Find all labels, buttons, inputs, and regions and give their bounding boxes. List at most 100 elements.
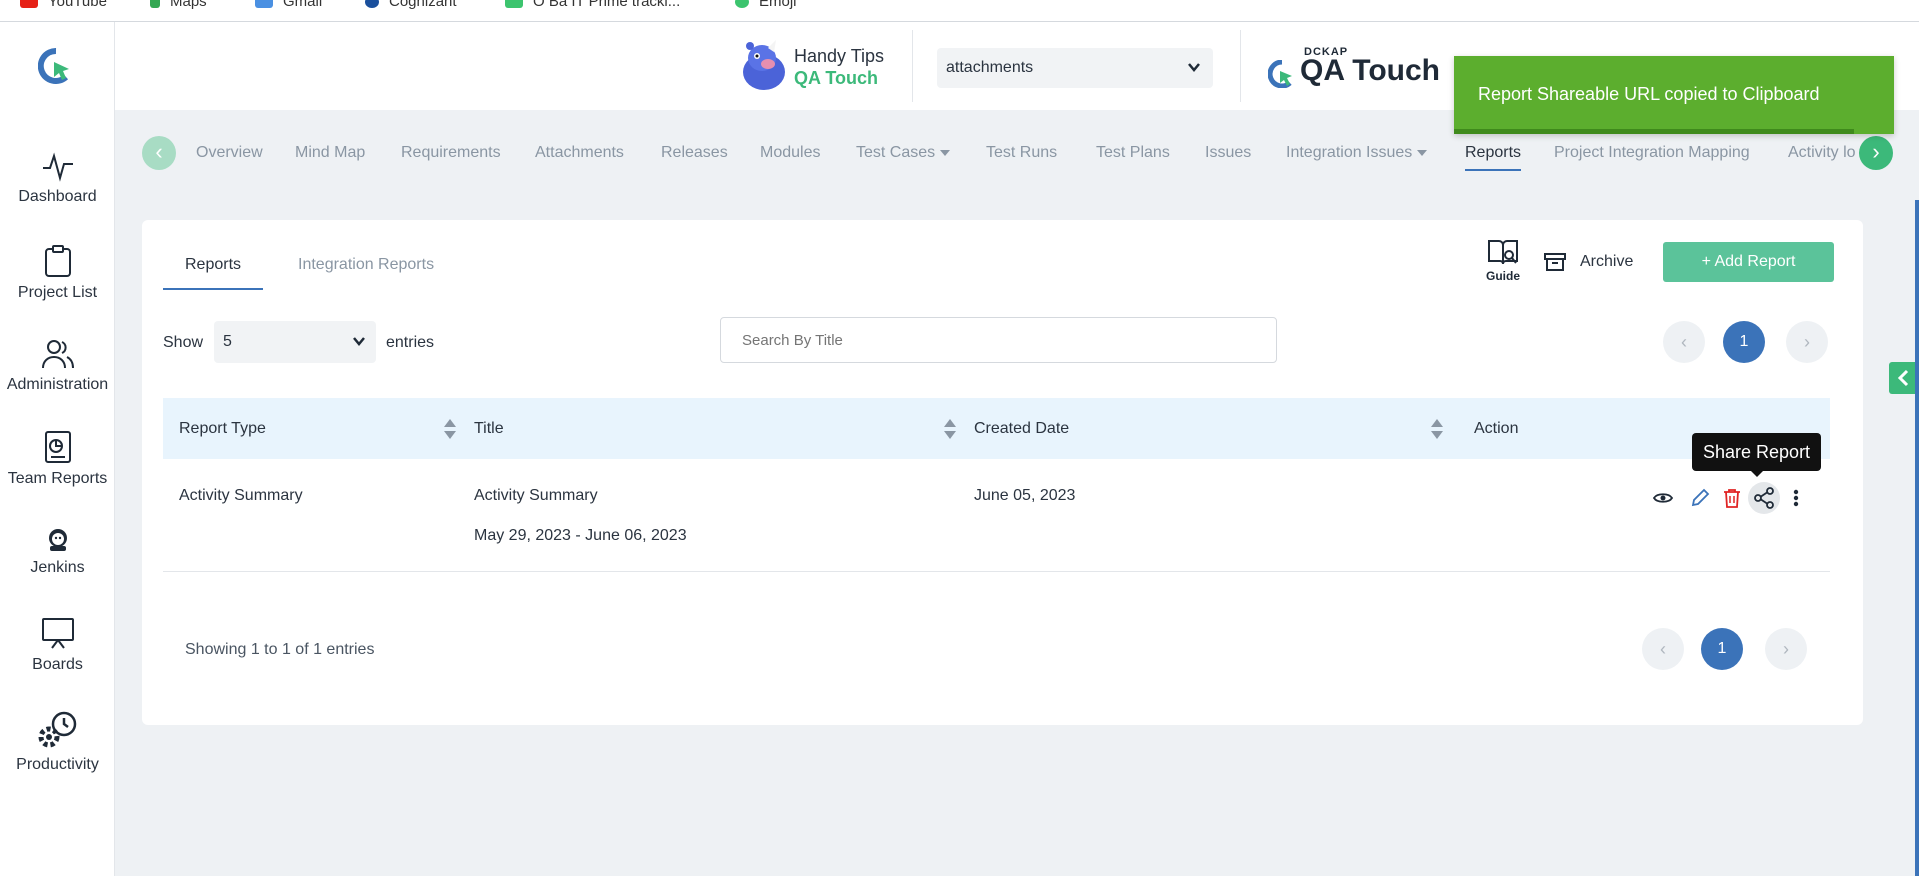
column-created-date[interactable]: Created Date xyxy=(974,420,1069,438)
subtab-integration-reports[interactable]: Integration Reports xyxy=(298,256,434,274)
pager-bottom-current-page[interactable]: 1 xyxy=(1701,628,1743,670)
share-report-button[interactable] xyxy=(1748,482,1780,514)
brand-name: QA Touch xyxy=(1300,54,1440,87)
sidebar-item-team-reports[interactable]: Team Reports xyxy=(0,430,115,488)
clipboard-icon xyxy=(44,245,71,277)
tab-test-runs[interactable]: Test Runs xyxy=(986,144,1057,162)
tabs-prev-button[interactable]: ‹ xyxy=(142,136,176,170)
tab-reports[interactable]: Reports xyxy=(1465,144,1522,171)
chevron-down-icon xyxy=(1188,63,1200,72)
cell-report-type: Activity Summary xyxy=(179,487,303,504)
archive-box-icon xyxy=(1544,253,1566,271)
pager-prev-button[interactable]: ‹ xyxy=(1663,321,1705,363)
sidebar-item-jenkins[interactable]: Jenkins xyxy=(0,527,115,577)
pencil-icon xyxy=(1691,488,1710,507)
delete-report-button[interactable] xyxy=(1719,485,1745,511)
sort-icon[interactable] xyxy=(943,417,957,441)
toast-progress xyxy=(1454,129,1854,134)
pulse-icon xyxy=(42,152,73,182)
productivity-gear-icon xyxy=(38,711,76,748)
qatouch-logo[interactable] xyxy=(37,47,74,84)
project-select-value: attachments xyxy=(946,59,1034,76)
entries-per-page-select[interactable]: 5 xyxy=(214,321,376,363)
share-icon xyxy=(1754,487,1774,509)
bookmark-cognizant[interactable]: Cognizant xyxy=(365,0,457,10)
reports-card: Reports Integration Reports Guide Archiv… xyxy=(142,220,1863,725)
tab-mind-map[interactable]: Mind Map xyxy=(295,144,365,162)
row-divider xyxy=(163,571,1830,572)
entries-per-page-value: 5 xyxy=(223,333,232,350)
share-report-tooltip: Share Report xyxy=(1692,433,1822,477)
caret-down-icon xyxy=(1417,149,1428,156)
sort-icon[interactable] xyxy=(443,417,457,441)
sort-icon[interactable] xyxy=(1430,417,1444,441)
cell-date-range: May 29, 2023 - June 06, 2023 xyxy=(474,527,687,544)
caret-down-icon xyxy=(940,149,951,156)
tips-title: Handy Tips xyxy=(794,46,885,66)
bookmarks-bar: YouTube Maps Gmail Cognizant O Ba IT Pri… xyxy=(0,0,1919,22)
tab-modules[interactable]: Modules xyxy=(760,144,820,162)
more-actions-button[interactable] xyxy=(1783,485,1809,511)
bookmark-youtube[interactable]: YouTube xyxy=(20,0,107,10)
pager-current-page[interactable]: 1 xyxy=(1723,321,1765,363)
jenkins-icon xyxy=(48,529,67,551)
eye-icon xyxy=(1653,493,1673,503)
brand-logo: DCKAP QA Touch xyxy=(1268,42,1448,92)
header-divider xyxy=(912,30,913,102)
bookmark-maps[interactable]: Maps xyxy=(150,0,207,10)
edit-report-button[interactable] xyxy=(1687,485,1713,511)
archive-label: Archive xyxy=(1580,253,1634,270)
tab-integration-issues[interactable]: Integration Issues xyxy=(1286,144,1428,162)
tab-overview[interactable]: Overview xyxy=(196,144,263,162)
showing-entries-text: Showing 1 to 1 of 1 entries xyxy=(185,641,375,658)
tab-releases[interactable]: Releases xyxy=(661,144,728,162)
pager-bottom-prev-button[interactable]: ‹ xyxy=(1642,628,1684,670)
rhino-mascot-icon xyxy=(743,40,785,90)
search-input[interactable] xyxy=(720,317,1277,363)
tabs-next-button[interactable]: › xyxy=(1859,136,1893,170)
tab-test-plans[interactable]: Test Plans xyxy=(1096,144,1170,162)
guide-label: Guide xyxy=(1485,269,1520,283)
column-title[interactable]: Title xyxy=(474,420,504,438)
emoji-icon xyxy=(735,0,749,8)
qatouch-brand-icon xyxy=(1268,60,1292,88)
bookmark-gmail[interactable]: Gmail xyxy=(255,0,322,10)
sidebar-item-productivity[interactable]: Productivity xyxy=(0,710,115,774)
show-label: Show xyxy=(163,334,204,351)
scrollbar[interactable] xyxy=(1915,200,1919,876)
qatouch-logo-icon xyxy=(37,47,69,84)
tab-attachments[interactable]: Attachments xyxy=(535,144,624,162)
tab-project-integration-mapping[interactable]: Project Integration Mapping xyxy=(1554,144,1750,162)
sidebar-item-boards[interactable]: Boards xyxy=(0,616,115,674)
view-report-button[interactable] xyxy=(1650,485,1676,511)
add-report-button[interactable]: + Add Report xyxy=(1663,242,1834,282)
pager-next-button[interactable]: › xyxy=(1786,321,1828,363)
report-icon xyxy=(44,431,71,463)
tab-issues[interactable]: Issues xyxy=(1205,144,1251,162)
bookmark-tracker[interactable]: O Ba IT Prime tracki... xyxy=(505,0,680,10)
tab-test-cases[interactable]: Test Cases xyxy=(856,144,951,162)
tab-activity-log[interactable]: Activity lo xyxy=(1788,144,1868,162)
cell-title[interactable]: Activity Summary xyxy=(474,487,598,505)
header-divider xyxy=(1240,30,1241,102)
kebab-menu-icon xyxy=(1793,489,1799,507)
maps-icon xyxy=(150,0,160,8)
sidebar: Dashboard Project List Administration Te… xyxy=(0,22,115,876)
subtab-reports[interactable]: Reports xyxy=(185,256,241,274)
sidebar-item-administration[interactable]: Administration xyxy=(0,338,115,394)
table-header: Report Type Title Created Date Action xyxy=(163,398,1830,459)
sidebar-item-dashboard[interactable]: Dashboard xyxy=(0,152,115,206)
bookmark-emoji[interactable]: Emoji xyxy=(735,0,797,10)
pager-bottom-next-button[interactable]: › xyxy=(1765,628,1807,670)
guide-button[interactable]: Guide xyxy=(1483,238,1523,283)
archive-button[interactable]: Archive xyxy=(1544,252,1633,272)
tracker-icon xyxy=(505,0,523,8)
project-select[interactable]: attachments xyxy=(937,48,1213,88)
tab-requirements[interactable]: Requirements xyxy=(401,144,501,162)
column-action: Action xyxy=(1474,420,1519,437)
presentation-board-icon xyxy=(41,618,74,649)
column-report-type[interactable]: Report Type xyxy=(179,420,266,438)
sidebar-item-project-list[interactable]: Project List xyxy=(0,244,115,302)
cell-created-date: June 05, 2023 xyxy=(974,487,1076,504)
subtab-indicator xyxy=(163,288,263,290)
